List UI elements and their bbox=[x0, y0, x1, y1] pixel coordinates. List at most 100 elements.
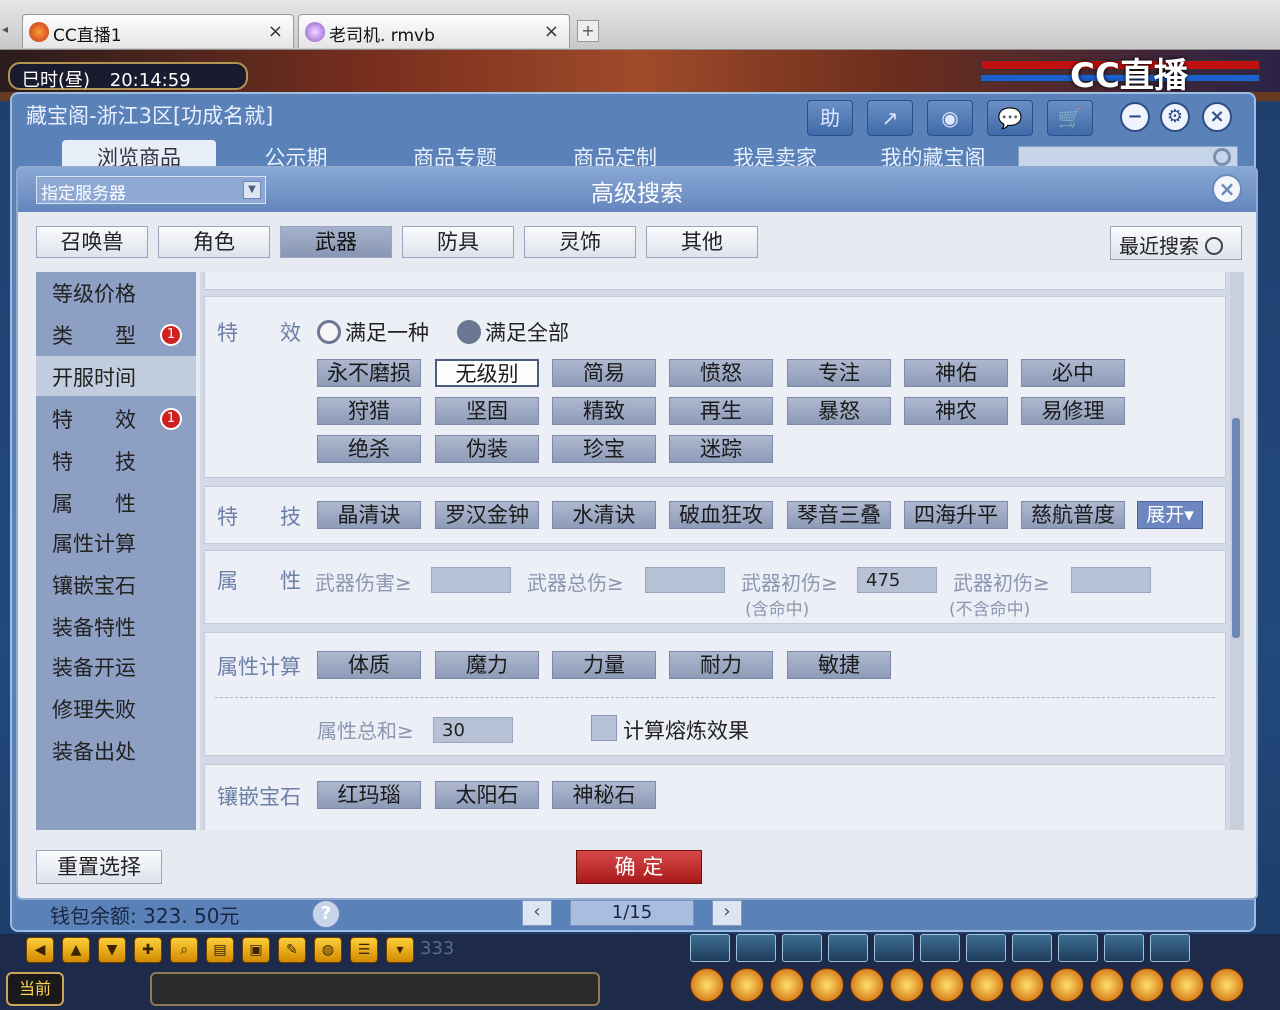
effect-tag[interactable]: 易修理 bbox=[1021, 397, 1125, 425]
radio-match-any[interactable]: 满足一种 bbox=[317, 317, 429, 347]
settings-button[interactable]: ⚙ bbox=[1160, 102, 1190, 132]
tab-scroll-left-icon[interactable]: ◂ bbox=[2, 22, 8, 36]
skill-slot[interactable] bbox=[966, 934, 1006, 962]
item-slot[interactable] bbox=[810, 968, 844, 1002]
item-slot[interactable] bbox=[1090, 968, 1124, 1002]
confirm-button[interactable]: 确 定 bbox=[576, 850, 702, 884]
item-slot[interactable] bbox=[770, 968, 804, 1002]
gem-tag[interactable]: 红玛瑙 bbox=[317, 781, 421, 809]
sidebar-item-effect[interactable]: 特 效 1 bbox=[36, 398, 196, 438]
category-armor[interactable]: 防具 bbox=[402, 226, 514, 258]
category-weapon[interactable]: 武器 bbox=[280, 226, 392, 258]
weapon-total-input[interactable] bbox=[645, 567, 725, 593]
weapon-damage-input[interactable] bbox=[431, 567, 511, 593]
effect-tag[interactable]: 绝杀 bbox=[317, 435, 421, 463]
sidebar-item-equip-trait[interactable]: 装备特性 bbox=[36, 606, 196, 646]
skill-tag[interactable]: 罗汉金钟 bbox=[435, 501, 539, 529]
browser-tab-video[interactable]: 老司机. rmvb × bbox=[298, 14, 570, 48]
chat-input[interactable] bbox=[150, 972, 600, 1006]
attr-tag[interactable]: 魔力 bbox=[435, 651, 539, 679]
category-pet[interactable]: 召唤兽 bbox=[36, 226, 148, 258]
skill-tag[interactable]: 四海升平 bbox=[904, 501, 1008, 529]
weapon-init-nohit-input[interactable] bbox=[1071, 567, 1151, 593]
effect-tag[interactable]: 神农 bbox=[904, 397, 1008, 425]
skill-tag[interactable]: 破血狂攻 bbox=[669, 501, 773, 529]
effect-tag[interactable]: 迷踪 bbox=[669, 435, 773, 463]
scrollbar-thumb[interactable] bbox=[1232, 418, 1240, 638]
item-slot[interactable] bbox=[1170, 968, 1204, 1002]
gem-tag[interactable]: 神秘石 bbox=[552, 781, 656, 809]
recent-search-button[interactable]: 最近搜索 bbox=[1110, 226, 1242, 260]
effect-tag[interactable]: 伪装 bbox=[435, 435, 539, 463]
skill-tag[interactable]: 晶清诀 bbox=[317, 501, 421, 529]
skill-slot[interactable] bbox=[782, 934, 822, 962]
server-select[interactable]: 指定服务器 ▼ bbox=[36, 176, 266, 204]
next-page-button[interactable]: › bbox=[712, 900, 742, 926]
browser-tab-cc[interactable]: CC直播1 × bbox=[22, 14, 294, 48]
cart-icon[interactable]: 🛒 bbox=[1047, 100, 1093, 136]
sidebar-item-type[interactable]: 类 型 1 bbox=[36, 314, 196, 354]
skill-tag[interactable]: 琴音三叠 bbox=[787, 501, 891, 529]
item-slot[interactable] bbox=[970, 968, 1004, 1002]
skill-tag[interactable]: 水清诀 bbox=[552, 501, 656, 529]
arrow-left-icon[interactable]: ◀ bbox=[26, 937, 54, 963]
record-icon[interactable]: ◉ bbox=[927, 100, 973, 136]
effect-tag[interactable]: 坚固 bbox=[435, 397, 539, 425]
weapon-init-hit-input[interactable]: 475 bbox=[857, 567, 937, 593]
help-icon[interactable]: 助 bbox=[807, 100, 853, 136]
skill-slot[interactable] bbox=[690, 934, 730, 962]
page-icon[interactable]: ▤ bbox=[206, 937, 234, 963]
item-slot[interactable] bbox=[1010, 968, 1044, 1002]
category-accessory[interactable]: 灵饰 bbox=[524, 226, 636, 258]
arrow-up-icon[interactable]: ▲ bbox=[62, 937, 90, 963]
sidebar-item-origin[interactable]: 装备出处 bbox=[36, 730, 196, 770]
chat-channel[interactable]: 当前 bbox=[6, 972, 64, 1006]
close-icon[interactable]: × bbox=[544, 21, 559, 42]
effect-tag-selected[interactable]: 无级别 bbox=[435, 359, 539, 387]
effect-tag[interactable]: 简易 bbox=[552, 359, 656, 387]
effect-tag[interactable]: 狩猎 bbox=[317, 397, 421, 425]
skill-slot[interactable] bbox=[1150, 934, 1190, 962]
effect-tag[interactable]: 永不磨损 bbox=[317, 359, 421, 387]
radio-match-all[interactable]: 满足全部 bbox=[457, 317, 569, 347]
prev-page-button[interactable]: ‹ bbox=[522, 900, 552, 926]
effect-tag[interactable]: 再生 bbox=[669, 397, 773, 425]
item-slot[interactable] bbox=[1210, 968, 1244, 1002]
lock-icon[interactable]: ▣ bbox=[242, 937, 270, 963]
item-slot[interactable] bbox=[930, 968, 964, 1002]
arrow-down-icon[interactable]: ▼ bbox=[98, 937, 126, 963]
skill-tag[interactable]: 慈航普度 bbox=[1021, 501, 1125, 529]
gem-tag[interactable]: 太阳石 bbox=[435, 781, 539, 809]
effect-tag[interactable]: 神佑 bbox=[904, 359, 1008, 387]
category-other[interactable]: 其他 bbox=[646, 226, 758, 258]
dropdown-icon[interactable]: ▾ bbox=[386, 937, 414, 963]
effect-tag[interactable]: 专注 bbox=[787, 359, 891, 387]
skill-slot[interactable] bbox=[874, 934, 914, 962]
attr-tag[interactable]: 耐力 bbox=[669, 651, 773, 679]
effect-tag[interactable]: 暴怒 bbox=[787, 397, 891, 425]
effect-tag[interactable]: 必中 bbox=[1021, 359, 1125, 387]
item-slot[interactable] bbox=[1050, 968, 1084, 1002]
sidebar-item-skill[interactable]: 特 技 bbox=[36, 440, 196, 480]
minimize-button[interactable]: − bbox=[1120, 102, 1150, 132]
effect-tag[interactable]: 愤怒 bbox=[669, 359, 773, 387]
item-slot[interactable] bbox=[730, 968, 764, 1002]
close-dialog-button[interactable]: × bbox=[1212, 174, 1242, 204]
skill-slot[interactable] bbox=[920, 934, 960, 962]
attr-sum-input[interactable]: 30 bbox=[433, 717, 513, 743]
sidebar-item-server-time[interactable]: 开服时间 bbox=[36, 356, 196, 396]
chevron-down-icon[interactable]: ▼ bbox=[243, 181, 261, 199]
skill-slot[interactable] bbox=[736, 934, 776, 962]
reset-button[interactable]: 重置选择 bbox=[36, 850, 162, 884]
attr-tag[interactable]: 敏捷 bbox=[787, 651, 891, 679]
skill-slot[interactable] bbox=[1058, 934, 1098, 962]
sidebar-item-fortune[interactable]: 装备开运 bbox=[36, 646, 196, 686]
smelt-checkbox[interactable] bbox=[591, 715, 617, 741]
item-slot[interactable] bbox=[850, 968, 884, 1002]
category-role[interactable]: 角色 bbox=[158, 226, 270, 258]
expand-skills-button[interactable]: 展开▾ bbox=[1137, 501, 1203, 529]
brush-icon[interactable]: ✎ bbox=[278, 937, 306, 963]
zoom-icon[interactable]: ⌕ bbox=[170, 937, 198, 963]
item-slot[interactable] bbox=[890, 968, 924, 1002]
skill-slot[interactable] bbox=[1012, 934, 1052, 962]
